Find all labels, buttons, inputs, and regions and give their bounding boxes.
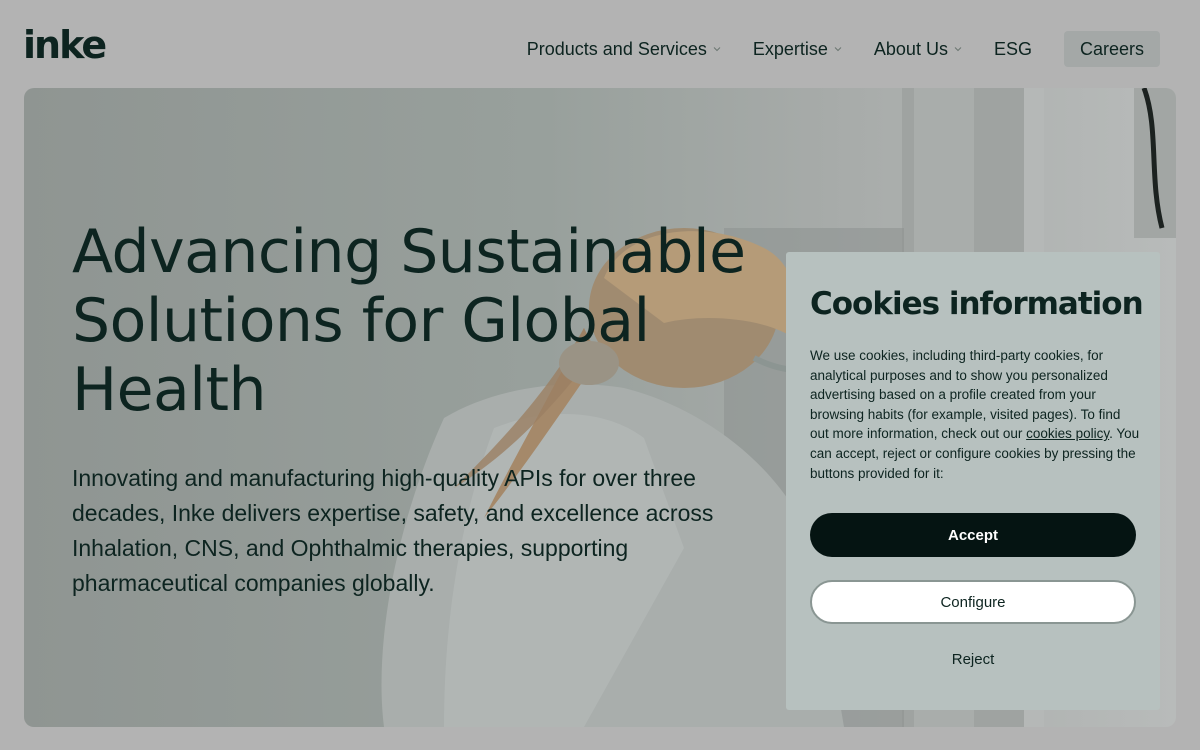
main-nav: Products and Services Expertise About Us… — [527, 31, 1160, 67]
careers-button[interactable]: Careers — [1063, 31, 1160, 67]
chevron-down-icon — [834, 45, 842, 53]
nav-item-label: Expertise — [752, 38, 828, 59]
site-header: inke Products and Services Expertise Abo… — [0, 0, 1200, 88]
nav-item-expertise[interactable]: Expertise — [753, 31, 842, 67]
nav-item-label: Products and Services — [526, 38, 707, 59]
hero-title: Advancing Sustainable Solutions for Glob… — [72, 217, 746, 425]
chevron-down-icon — [954, 45, 962, 53]
configure-button[interactable]: Configure — [810, 580, 1136, 624]
accept-button[interactable]: Accept — [810, 513, 1136, 557]
inke-logo[interactable]: inke — [23, 26, 107, 64]
nav-item-products-and-services[interactable]: Products and Services — [527, 31, 721, 67]
nav-item-label: About Us — [873, 38, 948, 59]
cookies-policy-link[interactable]: cookies policy — [1026, 426, 1109, 441]
chevron-down-icon — [713, 45, 721, 53]
hero-subtitle: Innovating and manufacturing high-qualit… — [72, 465, 714, 596]
nav-item-esg[interactable]: ESG — [994, 31, 1032, 67]
reject-button[interactable]: Reject — [810, 637, 1136, 681]
nav-item-label: ESG — [993, 38, 1032, 59]
nav-item-about-us[interactable]: About Us — [874, 31, 962, 67]
cookie-dialog: Cookies information We use cookies, incl… — [786, 252, 1160, 710]
cookie-dialog-text: We use cookies, including third-party co… — [810, 346, 1140, 483]
cookie-dialog-title: Cookies information — [810, 286, 1144, 322]
